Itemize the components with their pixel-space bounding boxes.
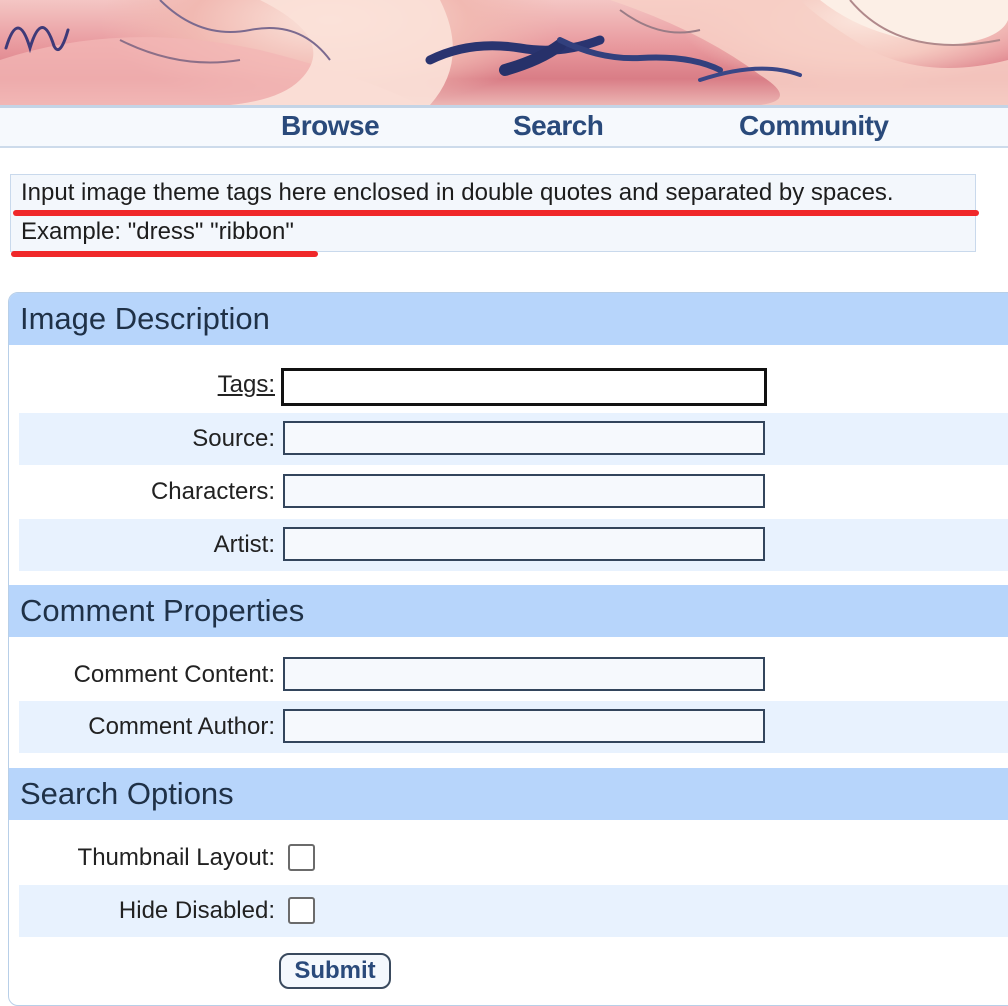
main-nav: Browse Search Community [0,108,1008,148]
hide-disabled-checkbox[interactable] [288,897,315,924]
tags-input[interactable] [281,368,767,406]
characters-input[interactable] [283,474,765,508]
section-header-search-options: Search Options [9,768,1008,820]
characters-label: Characters: [150,478,275,505]
form-row-source: Source: [19,413,1008,465]
section-header-comment-properties: Comment Properties [9,585,1008,637]
form-row-characters: Characters: [19,466,1008,518]
form-row-artist: Artist: [19,519,1008,571]
nav-community-link[interactable]: Community [739,108,889,146]
submit-button[interactable]: Submit [279,953,391,989]
comment-content-label: Comment Content: [73,661,275,688]
section-title: Search Options [20,776,234,811]
artist-label: Artist: [213,531,275,558]
form-row-hide-disabled: Hide Disabled: [19,885,1008,937]
form-row-tags: Tags: [19,359,1008,411]
section-header-image-description: Image Description [9,293,1008,345]
search-form: Image Description Tags: Source: Characte… [8,292,1008,1006]
instructions-example: Example: "dress" "ribbon" [21,218,294,245]
thumbnail-layout-label: Thumbnail Layout: [77,844,275,871]
annotation-underline-2 [11,251,318,257]
section-title: Image Description [20,301,270,336]
hide-disabled-label: Hide Disabled: [118,897,275,924]
form-row-comment-content: Comment Content: [19,649,1008,701]
comment-author-label: Comment Author: [88,713,275,740]
form-row-thumbnail-layout: Thumbnail Layout: [19,832,1008,884]
comment-content-input[interactable] [283,657,765,691]
source-input[interactable] [283,421,765,455]
nav-search-link[interactable]: Search [513,108,604,146]
site-banner [0,0,1008,105]
annotation-underline-1 [13,210,979,216]
instructions-text: Input image theme tags here enclosed in … [21,179,894,206]
comment-author-input[interactable] [283,709,765,743]
artist-input[interactable] [283,527,765,561]
section-title: Comment Properties [20,593,305,628]
source-label: Source: [192,425,275,452]
banner-illustration [0,0,1008,105]
nav-browse-link[interactable]: Browse [281,108,380,146]
thumbnail-layout-checkbox[interactable] [288,844,315,871]
form-row-comment-author: Comment Author: [19,701,1008,753]
tags-label[interactable]: Tags: [15,359,275,411]
